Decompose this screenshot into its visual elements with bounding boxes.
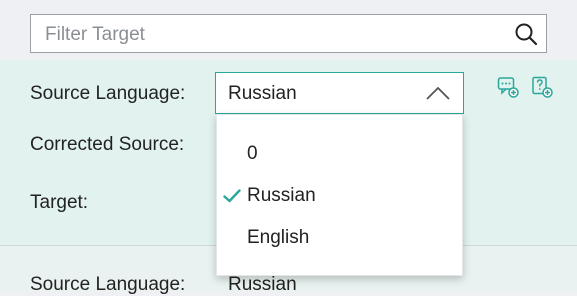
next-source-language-label: Source Language: [30,274,186,295]
option-label: Russian [247,185,316,206]
next-source-language-value: Russian [228,274,297,295]
filter-target-field[interactable] [30,14,547,53]
option-label: 0 [247,143,258,164]
dropdown-option-russian[interactable]: Russian [217,175,464,217]
language-dropdown-menu: 0 Russian English [216,114,463,276]
target-label: Target: [30,192,89,213]
search-icon[interactable] [514,22,538,46]
check-icon [223,189,241,203]
dropdown-option-0[interactable]: 0 [217,133,464,175]
source-language-select[interactable]: Russian [215,72,464,114]
dropdown-option-english[interactable]: English [217,217,464,259]
add-comment-icon[interactable] [497,76,519,98]
chevron-up-icon[interactable] [425,85,451,101]
add-question-icon[interactable] [531,76,553,98]
filter-target-input[interactable] [43,21,507,49]
source-language-label: Source Language: [30,83,186,104]
filter-bar [0,0,577,61]
source-language-value: Russian [228,83,297,104]
option-label: English [247,227,310,248]
corrected-source-label: Corrected Source: [30,134,185,155]
